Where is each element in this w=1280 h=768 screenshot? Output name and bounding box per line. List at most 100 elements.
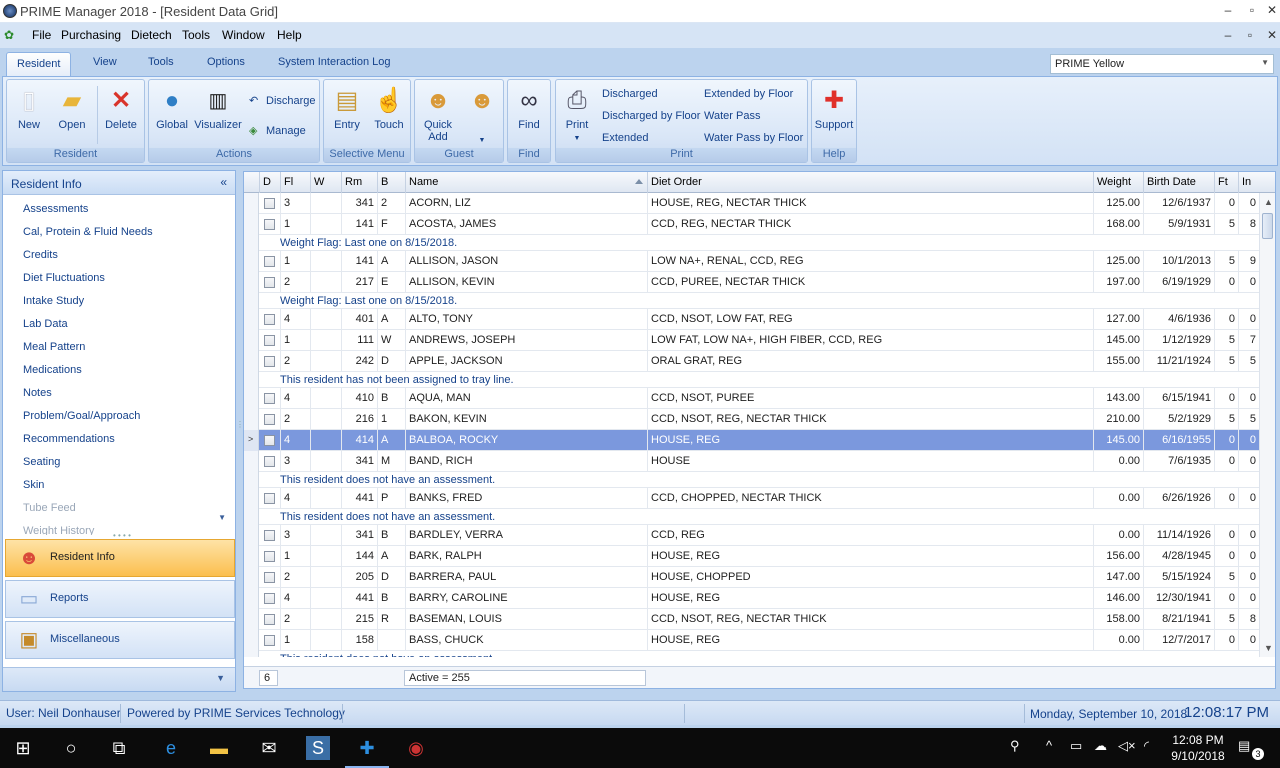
row-indicator[interactable] [244, 546, 259, 567]
cell-weight[interactable]: 146.00 [1093, 588, 1143, 609]
cell-in[interactable]: 9 [1238, 251, 1259, 272]
cell-birth[interactable]: 11/14/1926 [1143, 525, 1214, 546]
windows-start-icon[interactable]: ⊞ [11, 736, 35, 760]
discharge-checkbox[interactable] [264, 456, 275, 467]
cell-in[interactable]: 8 [1238, 609, 1259, 630]
discharge-checkbox[interactable] [264, 335, 275, 346]
cell-name[interactable]: BASEMAN, LOUIS [405, 609, 647, 630]
cell-diet[interactable]: HOUSE, REG [647, 588, 1093, 609]
cell-weight[interactable]: 127.00 [1093, 309, 1143, 330]
cell-name[interactable]: BAKON, KEVIN [405, 409, 647, 430]
cell-rm[interactable]: 111 [341, 330, 377, 351]
cell-diet[interactable]: CCD, REG [647, 525, 1093, 546]
cell-name[interactable]: AQUA, MAN [405, 388, 647, 409]
minimize-icon[interactable]: – [1218, 3, 1238, 17]
cell-name[interactable]: ALLISON, KEVIN [405, 272, 647, 293]
cell-fl[interactable]: 2 [280, 609, 310, 630]
cell-b[interactable]: F [377, 214, 405, 235]
cell-diet[interactable]: HOUSE, REG [647, 430, 1093, 451]
app-dial-icon[interactable]: ◉ [404, 736, 428, 760]
cell-weight[interactable]: 125.00 [1093, 193, 1143, 214]
people-tray-icon[interactable]: ⚲ [1010, 738, 1020, 754]
cell-birth[interactable]: 4/6/1936 [1143, 309, 1214, 330]
cell-diet[interactable]: HOUSE, REG [647, 546, 1093, 567]
support-button[interactable]: ✚ Support [814, 86, 854, 131]
cell-in[interactable]: 0 [1238, 488, 1259, 509]
row-indicator[interactable] [244, 488, 259, 509]
cell-in[interactable]: 7 [1238, 330, 1259, 351]
cell-name[interactable]: ALTO, TONY [405, 309, 647, 330]
cell-name[interactable]: BARK, RALPH [405, 546, 647, 567]
cell-rm[interactable]: 441 [341, 588, 377, 609]
cell-b[interactable]: B [377, 525, 405, 546]
cell-diet[interactable]: HOUSE, REG, NECTAR THICK [647, 193, 1093, 214]
table-row[interactable]: 3 341 M BAND, RICH HOUSE 0.00 7/6/1935 0 0 [244, 451, 1259, 472]
cloud-icon[interactable]: ☁ [1094, 738, 1107, 754]
nav-item-skin[interactable]: Skin [23, 479, 44, 491]
cell-ft[interactable]: 5 [1214, 567, 1238, 588]
cell-b[interactable]: 1 [377, 409, 405, 430]
cell-name[interactable]: APPLE, JACKSON [405, 351, 647, 372]
cell-name[interactable]: BARRY, CAROLINE [405, 588, 647, 609]
cell-rm[interactable]: 215 [341, 609, 377, 630]
cell-diet[interactable]: LOW FAT, LOW NA+, HIGH FIBER, CCD, REG [647, 330, 1093, 351]
table-row[interactable]: 4 441 B BARRY, CAROLINE HOUSE, REG 146.00 12/3… [244, 588, 1259, 609]
cell-name[interactable]: BANKS, FRED [405, 488, 647, 509]
cell-fl[interactable]: 1 [280, 330, 310, 351]
col-in[interactable]: In [1238, 172, 1275, 193]
cell-name[interactable]: BARDLEY, VERRA [405, 525, 647, 546]
cell-fl[interactable]: 1 [280, 251, 310, 272]
cell-rm[interactable]: 141 [341, 251, 377, 272]
discharge-button[interactable]: ↶ Discharge [249, 94, 316, 107]
discharge-checkbox[interactable] [264, 614, 275, 625]
cell-b[interactable]: E [377, 272, 405, 293]
collapse-left-icon[interactable]: « [220, 175, 227, 189]
close-icon[interactable]: ✕ [1262, 3, 1280, 17]
cell-ft[interactable]: 0 [1214, 272, 1238, 293]
col-d[interactable]: D [259, 172, 280, 193]
cell-b[interactable]: D [377, 567, 405, 588]
cell-weight[interactable]: 145.00 [1093, 430, 1143, 451]
pane-splitter[interactable]: ⋮ [236, 420, 244, 440]
cell-fl[interactable]: 1 [280, 214, 310, 235]
cell-b[interactable]: A [377, 309, 405, 330]
table-row[interactable]: 4 441 P BANKS, FRED CCD, CHOPPED, NECTAR THI… [244, 488, 1259, 509]
col-rm[interactable]: Rm [341, 172, 377, 193]
cell-b[interactable]: A [377, 251, 405, 272]
cell-rm[interactable]: 341 [341, 451, 377, 472]
cell-ft[interactable]: 5 [1214, 330, 1238, 351]
cell-diet[interactable]: CCD, NSOT, REG, NECTAR THICK [647, 609, 1093, 630]
cell-weight[interactable]: 168.00 [1093, 214, 1143, 235]
nav-section-resident-info[interactable]: ☻ Resident Info [5, 539, 235, 577]
discharge-checkbox[interactable] [264, 530, 275, 541]
cell-ft[interactable]: 0 [1214, 451, 1238, 472]
cell-in[interactable]: 0 [1238, 630, 1259, 651]
cell-ft[interactable]: 5 [1214, 351, 1238, 372]
col-weight[interactable]: Weight [1093, 172, 1143, 193]
tab-tools[interactable]: Tools [148, 56, 174, 68]
table-row[interactable]: 1 144 A BARK, RALPH HOUSE, REG 156.00 4/28/194… [244, 546, 1259, 567]
cell-diet[interactable]: CCD, NSOT, LOW FAT, REG [647, 309, 1093, 330]
cell-w[interactable] [310, 330, 341, 351]
mdi-minimize-icon[interactable]: – [1218, 28, 1238, 42]
chevron-up-icon[interactable]: ^ [1046, 738, 1052, 753]
col-name[interactable]: Name [405, 172, 647, 193]
table-row[interactable]: 3 341 2 ACORN, LIZ HOUSE, REG, NECTAR THICK 1… [244, 193, 1259, 214]
guest-group-button[interactable]: ☻ ▼ [463, 86, 501, 144]
cell-fl[interactable]: 4 [280, 488, 310, 509]
maximize-icon[interactable]: ▫ [1242, 3, 1262, 17]
row-indicator[interactable] [244, 214, 259, 235]
cell-birth[interactable]: 5/2/1929 [1143, 409, 1214, 430]
cell-rm[interactable]: 205 [341, 567, 377, 588]
cell-fl[interactable]: 3 [280, 525, 310, 546]
menu-dietech[interactable]: Dietech [131, 28, 172, 42]
cell-weight[interactable]: 147.00 [1093, 567, 1143, 588]
cell-birth[interactable]: 1/12/1929 [1143, 330, 1214, 351]
tab-system-interaction-log[interactable]: System Interaction Log [278, 56, 391, 68]
menu-file[interactable]: File [32, 28, 51, 42]
notifications-icon[interactable]: ▤ [1238, 738, 1250, 754]
cell-weight[interactable]: 155.00 [1093, 351, 1143, 372]
manage-button[interactable]: ◈ Manage [249, 124, 306, 137]
cell-birth[interactable]: 6/15/1941 [1143, 388, 1214, 409]
discharge-checkbox[interactable] [264, 572, 275, 583]
